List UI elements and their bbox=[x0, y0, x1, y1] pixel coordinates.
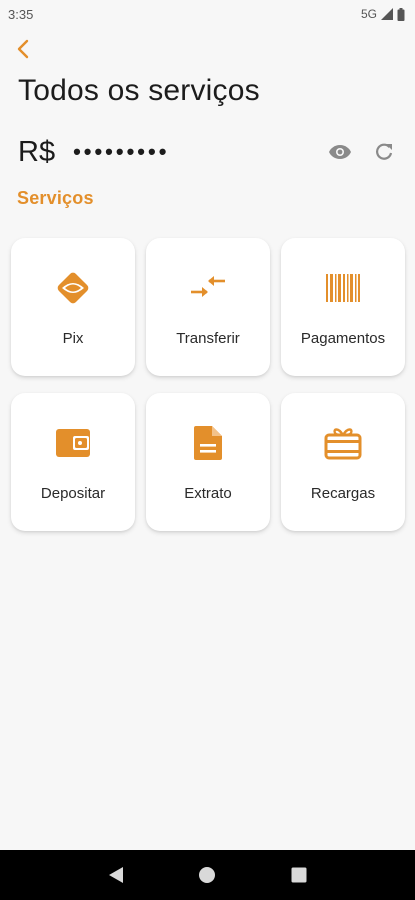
status-icons: 5G bbox=[361, 7, 405, 21]
transfer-icon bbox=[191, 276, 225, 297]
service-depositar[interactable]: Depositar bbox=[11, 393, 135, 531]
balance-row: R$ ••••••••• bbox=[18, 132, 397, 172]
gift-card-icon bbox=[324, 428, 362, 460]
service-pix[interactable]: Pix bbox=[11, 238, 135, 376]
nav-recents-button[interactable] bbox=[287, 863, 311, 887]
signal-icon bbox=[381, 8, 393, 20]
toggle-visibility-button[interactable] bbox=[327, 139, 353, 165]
service-label: Pix bbox=[62, 330, 84, 347]
chevron-left-icon bbox=[17, 39, 29, 59]
square-recents-icon bbox=[291, 867, 307, 883]
wallet-icon bbox=[56, 429, 90, 457]
page-title: Todos os serviços bbox=[18, 74, 260, 107]
balance-actions bbox=[327, 139, 397, 165]
service-label: Pagamentos bbox=[300, 330, 386, 347]
eye-icon bbox=[329, 145, 351, 159]
nav-home-button[interactable] bbox=[195, 863, 219, 887]
section-title: Serviços bbox=[17, 188, 94, 208]
service-label: Recargas bbox=[310, 485, 376, 502]
service-label: Transferir bbox=[176, 330, 240, 347]
document-icon bbox=[194, 426, 222, 460]
refresh-icon bbox=[376, 143, 393, 160]
status-time: 3:35 bbox=[8, 6, 34, 22]
currency-symbol: R$ bbox=[18, 135, 56, 168]
service-pagamentos[interactable]: Pagamentos bbox=[281, 238, 405, 376]
circle-home-icon bbox=[199, 867, 216, 883]
services-grid: Pix Transferir Pagamentos Depositar Extr… bbox=[11, 238, 405, 531]
triangle-back-icon bbox=[108, 867, 123, 883]
masked-balance: ••••••••• bbox=[73, 139, 170, 164]
network-label: 5G bbox=[360, 7, 377, 21]
service-label: Extrato bbox=[184, 485, 232, 502]
service-transferir[interactable]: Transferir bbox=[146, 238, 270, 376]
service-extrato[interactable]: Extrato bbox=[146, 393, 270, 531]
status-bar: 3:35 5G bbox=[0, 0, 415, 28]
system-nav-bar bbox=[0, 850, 415, 900]
barcode-icon bbox=[326, 274, 360, 302]
nav-back-button[interactable] bbox=[104, 863, 128, 887]
service-label: Depositar bbox=[40, 485, 106, 502]
refresh-button[interactable] bbox=[371, 139, 397, 165]
service-recargas[interactable]: Recargas bbox=[281, 393, 405, 531]
battery-icon bbox=[397, 7, 405, 21]
pix-icon bbox=[57, 272, 89, 304]
back-button[interactable] bbox=[10, 36, 36, 62]
